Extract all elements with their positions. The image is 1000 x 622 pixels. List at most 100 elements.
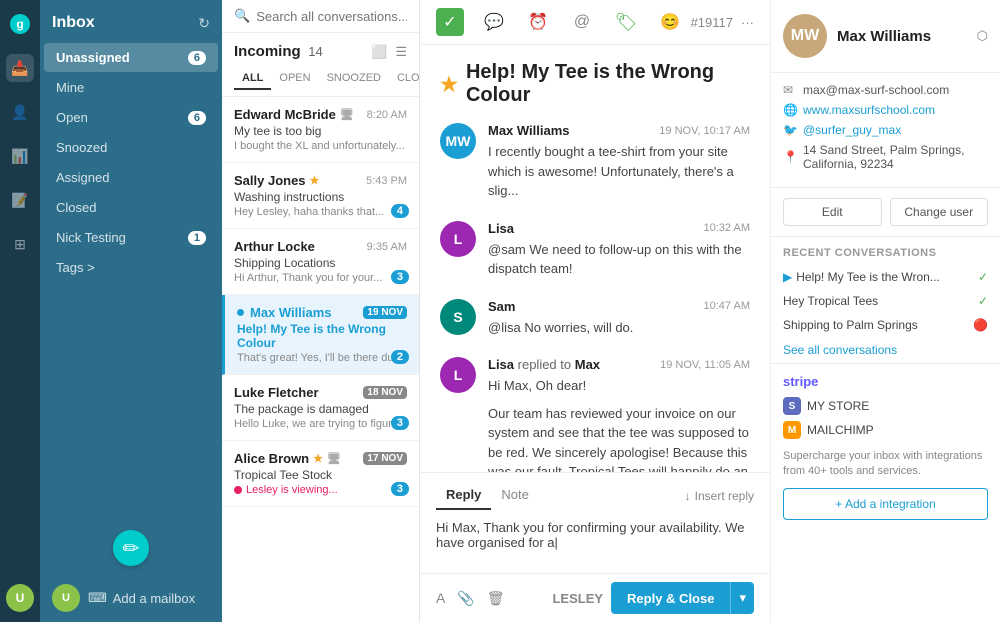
conv-badge-arthur: 3 xyxy=(391,270,409,284)
tab-note[interactable]: Note xyxy=(491,481,538,510)
nav-icon-grid[interactable]: ⊞ xyxy=(6,230,34,258)
sidebar-header: Inbox ↻ xyxy=(40,0,222,42)
sidebar-item-unassigned[interactable]: Unassigned 6 xyxy=(44,43,218,72)
reply-tab-group: Reply Note xyxy=(436,481,539,510)
integration-mystore: S MY STORE xyxy=(783,397,988,415)
add-mailbox-button[interactable]: ⌨ Add a mailbox xyxy=(88,590,195,606)
twitter-icon: 🐦 xyxy=(783,123,797,137)
tab-open[interactable]: OPEN xyxy=(271,68,318,90)
msg-content-0: Max Williams 19 NOV, 10:17 AM I recently… xyxy=(488,123,750,201)
avatar-bottom[interactable]: U xyxy=(6,584,34,612)
nav-icon-chart[interactable]: 📊 xyxy=(6,142,34,170)
resolve-icon[interactable]: ✓ xyxy=(436,8,464,36)
expand-icon[interactable]: ⬡ xyxy=(977,28,988,44)
nav-icon-person[interactable]: 👤 xyxy=(6,98,34,126)
avatar-lisa-3: L xyxy=(440,357,476,393)
email-icon: ✉ xyxy=(783,83,797,97)
ticket-number: #19117 xyxy=(691,15,733,30)
conv-subject-sally: Washing instructions xyxy=(234,190,407,204)
stripe-logo: stripe xyxy=(783,374,988,389)
conv-item-max[interactable]: Max Williams 19 NOV Help! My Tee is the … xyxy=(222,295,419,375)
refresh-icon[interactable]: ↻ xyxy=(198,15,210,32)
msg-header-2: Sam 10:47 AM xyxy=(488,299,750,314)
inbox-icon: 📥 xyxy=(11,60,28,77)
person-icon: 👤 xyxy=(11,104,28,121)
mailchimp-label: MAILCHIMP xyxy=(807,423,874,437)
conv-item-alice[interactable]: Alice Brown ★ 🖥 17 NOV Tropical Tee Stoc… xyxy=(222,441,419,507)
mention-icon[interactable]: @ xyxy=(568,8,596,36)
tab-snoozed[interactable]: SNOOZED xyxy=(319,68,389,90)
recent-conv-1[interactable]: Hey Tropical Tees ✓ xyxy=(771,289,1000,313)
msg-content-1: Lisa 10:32 AM @sam We need to follow-up … xyxy=(488,221,750,279)
left-navigation: g 📥 👤 📊 📝 ⊞ U xyxy=(0,0,40,622)
integrations-section: stripe S MY STORE M MAILCHIMP Supercharg… xyxy=(771,363,1000,530)
conv-item-sally[interactable]: Sally Jones ★ 5:43 PM Washing instructio… xyxy=(222,163,419,229)
nav-icon-inbox[interactable]: 📥 xyxy=(6,54,34,82)
sidebar-bottom: ✏ U ⌨ Add a mailbox xyxy=(40,522,222,622)
recent-conv-status-2: 🔴 xyxy=(973,318,988,332)
recent-conv-0[interactable]: ▶ Help! My Tee is the Wron... ✓ xyxy=(771,265,1000,289)
reply-textarea[interactable]: Hi Max, Thank you for confirming your av… xyxy=(420,510,770,570)
conv-items: Edward McBride 🖥 8:20 AM My tee is too b… xyxy=(222,97,419,622)
label-icon[interactable]: 🏷 xyxy=(612,8,640,36)
message-2: S Sam 10:47 AM @lisa No worries, will do… xyxy=(440,299,750,338)
conv-sender-alice: Alice Brown ★ 🖥 xyxy=(234,451,341,466)
avatar-lisa-1: L xyxy=(440,221,476,257)
reply-send-dropdown[interactable]: ▾ xyxy=(730,582,754,614)
conv-item-luke[interactable]: Luke Fletcher 18 NOV The package is dama… xyxy=(222,375,419,441)
edit-contact-button[interactable]: Edit xyxy=(783,198,882,226)
sidebar-item-nick-testing[interactable]: Nick Testing 1 xyxy=(44,223,218,252)
reply-send-button[interactable]: Reply & Close xyxy=(611,582,730,614)
sidebar-item-assigned[interactable]: Assigned xyxy=(44,163,218,192)
chat-icon[interactable]: 💬 xyxy=(480,8,508,36)
nav-icon-note[interactable]: 📝 xyxy=(6,186,34,214)
sidebar-item-snoozed[interactable]: Snoozed xyxy=(44,133,218,162)
conv-subject-luke: The package is damaged xyxy=(234,402,407,416)
insert-reply-button[interactable]: ↓ Insert reply xyxy=(685,489,754,503)
search-icon: 🔍 xyxy=(234,8,250,24)
contact-website[interactable]: www.maxsurfschool.com xyxy=(803,103,935,117)
see-all-conversations[interactable]: See all conversations xyxy=(771,337,1000,363)
compose-button[interactable]: ✏ xyxy=(113,530,149,566)
conv-sender-luke: Luke Fletcher xyxy=(234,385,319,400)
conv-list-title-row: Incoming 14 ⬜ ☰ xyxy=(234,43,407,60)
reply-attach-icon[interactable]: 📎 xyxy=(457,590,474,607)
more-options-icon[interactable]: ··· xyxy=(741,15,754,30)
msg-text-2: @lisa No worries, will do. xyxy=(488,318,750,338)
conv-item-edward[interactable]: Edward McBride 🖥 8:20 AM My tee is too b… xyxy=(222,97,419,163)
conv-preview-max: That's great! Yes, I'll be there duri... xyxy=(237,352,407,364)
sidebar-label-open: Open xyxy=(56,110,88,125)
msg-time-3: 19 NOV, 11:05 AM xyxy=(660,359,750,371)
assignee-label: LESLEY xyxy=(552,591,603,606)
sidebar-item-tags[interactable]: Tags > xyxy=(44,253,218,282)
active-conv-indicator: ▶ xyxy=(783,270,792,284)
grid-icon: ⊞ xyxy=(14,236,26,253)
recent-conv-label-1: Hey Tropical Tees xyxy=(783,294,978,308)
conv-badge-alice: 3 xyxy=(391,482,409,496)
conv-item-arthur[interactable]: Arthur Locke 9:35 AM Shipping Locations … xyxy=(222,229,419,295)
sidebar-item-mine[interactable]: Mine xyxy=(44,73,218,102)
add-integration-button[interactable]: + Add a integration xyxy=(783,488,988,520)
emoji-icon[interactable]: 😊 xyxy=(656,8,684,36)
snooze-icon[interactable]: ⏰ xyxy=(524,8,552,36)
sidebar-label-tags: Tags > xyxy=(56,260,95,275)
message-1: L Lisa 10:32 AM @sam We need to follow-u… xyxy=(440,221,750,279)
conv-menu-icon[interactable]: ☰ xyxy=(395,44,407,60)
note-icon: 📝 xyxy=(11,192,28,209)
tab-reply[interactable]: Reply xyxy=(436,481,491,510)
msg-time-0: 19 NOV, 10:17 AM xyxy=(659,125,750,137)
tab-all[interactable]: ALL xyxy=(234,68,271,90)
change-user-button[interactable]: Change user xyxy=(890,198,989,226)
recent-conv-status-0: ✓ xyxy=(978,270,988,284)
sidebar-label-closed: Closed xyxy=(56,200,96,215)
search-bar: 🔍 xyxy=(222,0,419,33)
msg-content-3: Lisa replied to Max 19 NOV, 11:05 AM Hi … xyxy=(488,357,750,472)
avatar-max-0: MW xyxy=(440,123,476,159)
reply-trash-icon[interactable]: 🗑 xyxy=(487,590,505,607)
conv-archive-icon[interactable]: ⬜ xyxy=(371,44,387,60)
search-input[interactable] xyxy=(256,9,407,24)
reply-text-icon[interactable]: A xyxy=(436,590,445,607)
sidebar-item-closed[interactable]: Closed xyxy=(44,193,218,222)
recent-conv-2[interactable]: Shipping to Palm Springs 🔴 xyxy=(771,313,1000,337)
sidebar-item-open[interactable]: Open 6 xyxy=(44,103,218,132)
